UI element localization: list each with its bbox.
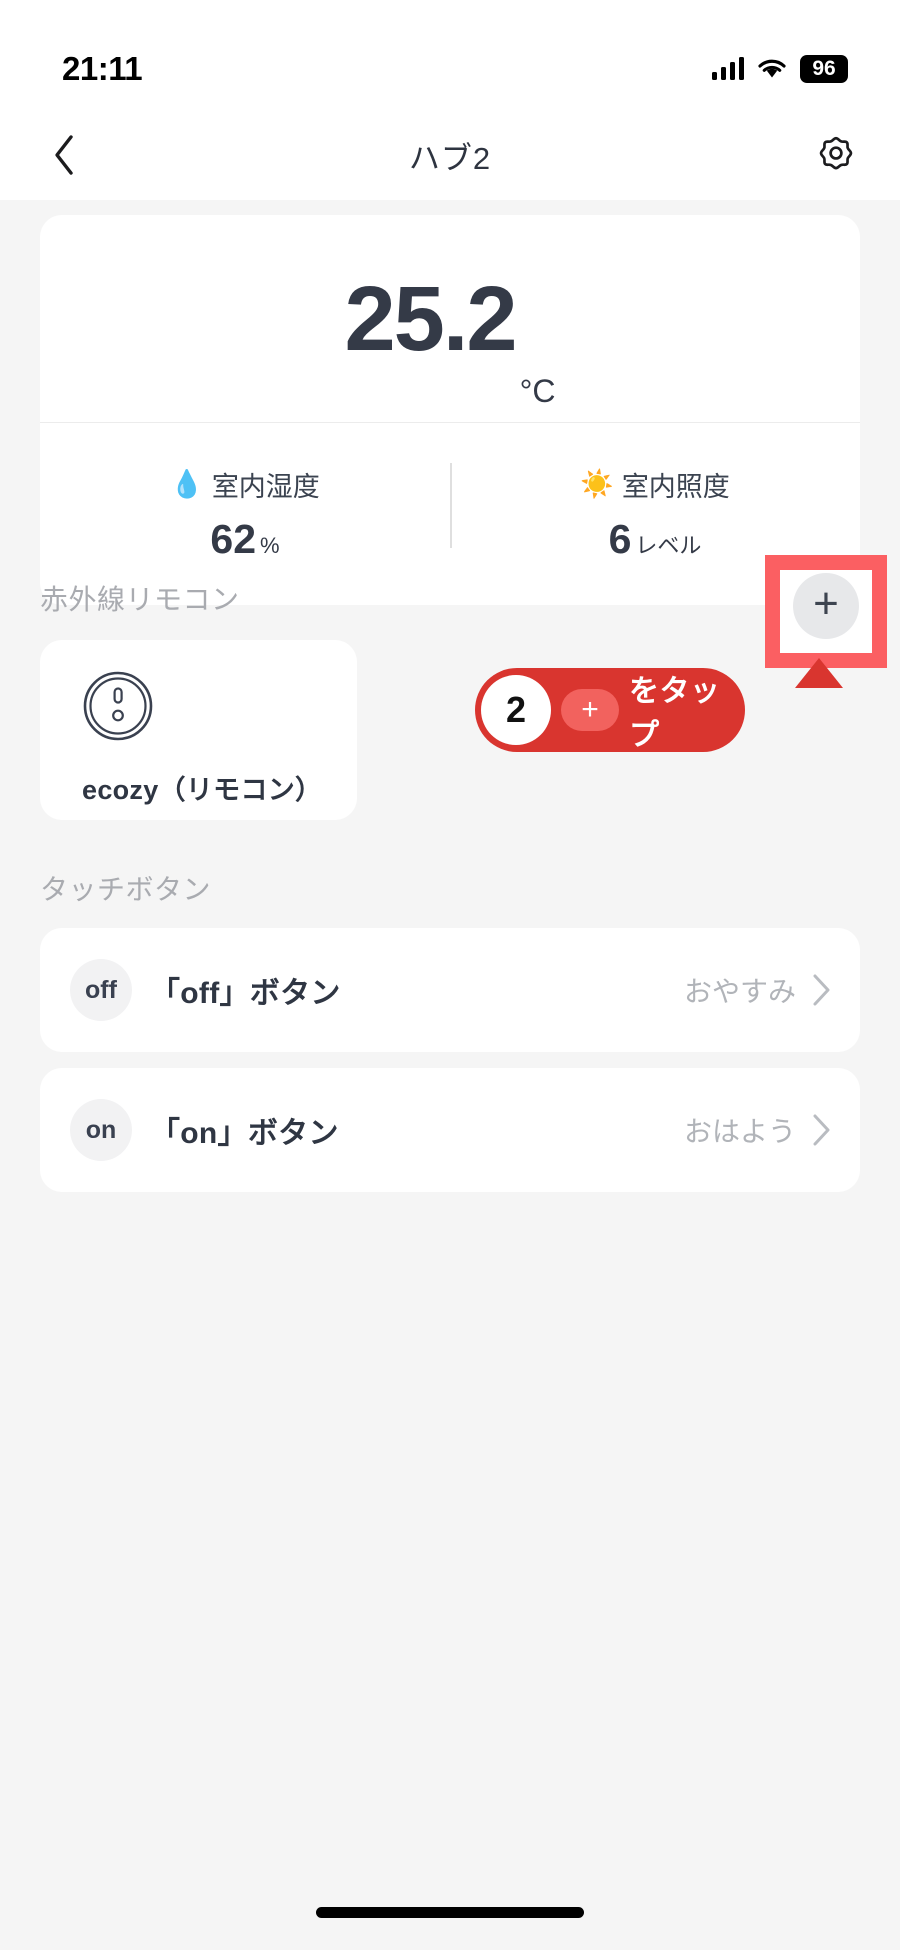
temperature-value: 25.2 [344,267,518,370]
navigation-bar: ハブ2 [0,110,900,200]
add-remote-button[interactable]: + [793,573,859,639]
plus-icon: + [813,579,839,628]
illuminance-sun-icon: ☀️ [580,469,614,499]
ir-remote-device-icon [83,671,153,741]
ir-remote-device-tile[interactable]: ecozy（リモコン） [40,640,357,820]
chevron-left-icon [55,135,73,175]
cellular-bars-icon [711,57,744,80]
tooltip-text: をタップ [629,675,721,752]
metric-illuminance-header: ☀️ 室内照度 [580,465,730,504]
metric-humidity-header: 💧 室内湿度 [170,465,320,504]
touch-value-off: おやすみ [683,976,796,1007]
touch-badge-on: on [70,1099,132,1161]
chevron-right-icon [813,974,830,1006]
back-button[interactable] [38,129,90,181]
metric-illuminance-label: 室内照度 [621,472,730,502]
tooltip-arrow [795,658,843,688]
touch-value-on: おはよう [683,1116,796,1147]
touch-button-row-off[interactable]: off 「off」ボタン おやすみ [40,928,860,1052]
humidity-droplet-icon: 💧 [170,469,204,499]
section-title-ir-remote: 赤外線リモコン [40,584,240,615]
app-screen: 21:11 96 ハブ2 25.2 °C 💧 室内湿度 62 % ☀️ 室内照度… [0,0,900,1950]
gear-icon [819,136,853,170]
metric-illuminance-value-row: 6 レベル [609,516,702,563]
ir-remote-device-name: ecozy（リモコン） [82,775,323,805]
battery-level-badge: 96 [800,55,848,83]
touch-label-on: 「on」ボタン [150,1117,339,1150]
touch-label-off: 「off」ボタン [150,977,341,1010]
settings-button[interactable] [810,129,862,181]
page-title: ハブ2 [408,140,492,176]
sensor-summary-card: 25.2 °C 💧 室内湿度 62 % ☀️ 室内照度 6 レベル [40,215,860,605]
chevron-right-icon [813,1114,830,1146]
touch-button-row-on[interactable]: on 「on」ボタン おはよう [40,1068,860,1192]
main-content: 25.2 °C 💧 室内湿度 62 % ☀️ 室内照度 6 レベル 赤外線リモコ… [0,200,900,1850]
metric-illuminance-value: 6 [608,516,632,562]
home-indicator-bar[interactable] [316,1907,584,1918]
tooltip-callout: 2 + をタップ [475,668,745,752]
touch-badge-off: off [70,959,132,1021]
status-bar-indicators: 96 [711,55,848,83]
status-bar-clock: 21:11 [62,50,143,87]
tooltip-step-number: 2 [481,675,551,745]
section-title-touch-button: タッチボタン [40,874,212,905]
metric-humidity-unit: % [260,533,280,558]
metric-illuminance-unit: レベル [635,533,702,558]
tooltip-plus-chip: + [561,689,619,731]
status-bar: 21:11 96 [0,0,900,110]
wifi-icon [758,59,786,78]
metrics-divider [450,463,452,548]
metric-humidity-value-row: 62 % [210,516,279,563]
metric-humidity-value: 62 [210,516,257,562]
temperature-unit: °C [519,373,556,409]
metric-humidity-label: 室内湿度 [211,472,320,502]
temperature-block: 25.2 °C [40,215,860,423]
